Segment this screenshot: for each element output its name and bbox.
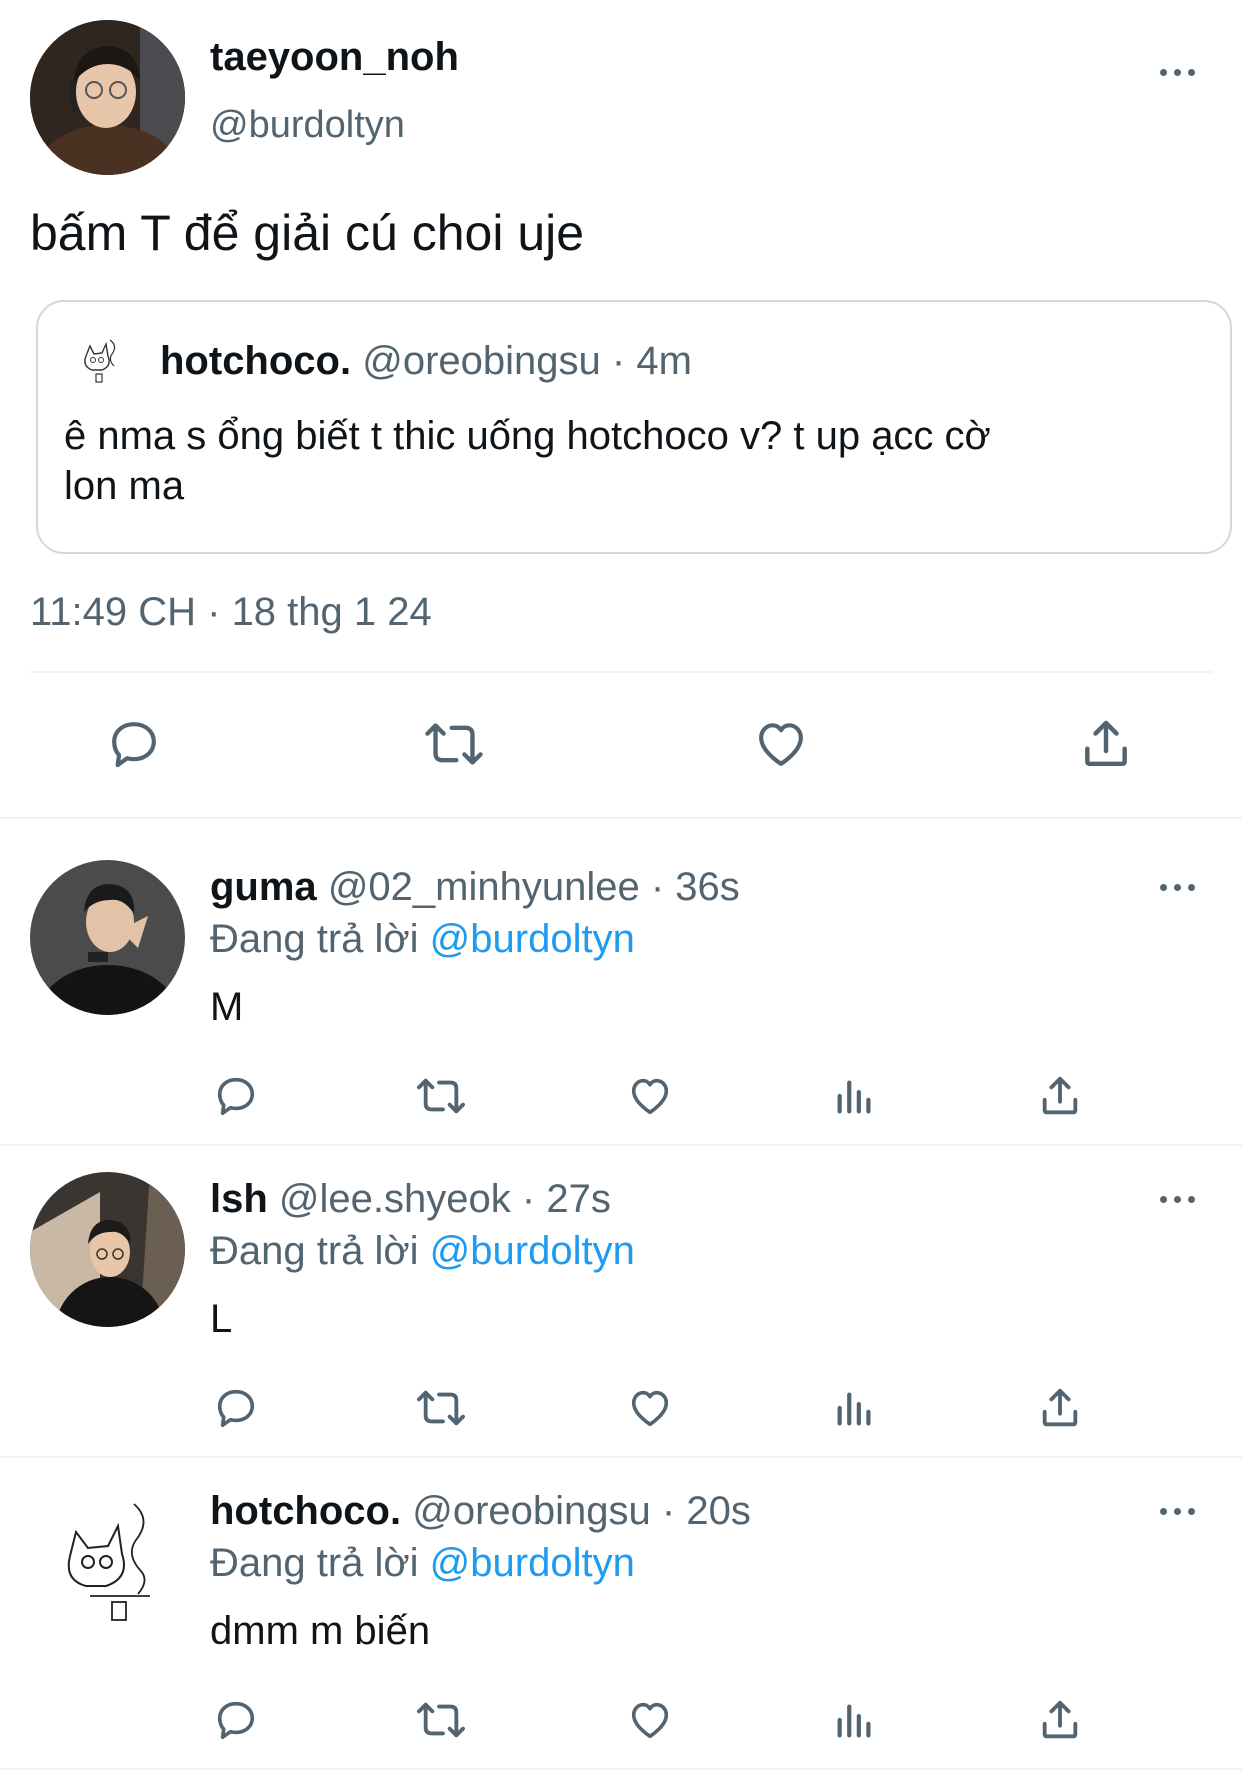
reply-icon[interactable] xyxy=(213,1697,259,1743)
divider xyxy=(0,1144,1242,1146)
quoted-display-name[interactable]: hotchoco. xyxy=(160,339,351,383)
display-name[interactable]: hotchoco. xyxy=(210,1489,401,1533)
replying-prefix: Đang trả lời xyxy=(210,1229,419,1273)
more-options-icon[interactable] xyxy=(1160,1504,1200,1518)
handle[interactable]: @oreobingsu xyxy=(412,1489,651,1533)
more-options-icon[interactable] xyxy=(1160,65,1200,79)
divider xyxy=(0,1768,1242,1770)
views-icon[interactable] xyxy=(832,1697,878,1743)
views-icon[interactable] xyxy=(832,1073,878,1119)
display-name[interactable]: lsh xyxy=(210,1177,268,1221)
quoted-time: · 4m xyxy=(611,339,692,383)
time: · 27s xyxy=(521,1177,611,1221)
divider xyxy=(0,817,1242,819)
retweet-icon[interactable] xyxy=(415,1385,467,1431)
like-icon[interactable] xyxy=(626,1697,674,1743)
views-icon[interactable] xyxy=(832,1385,878,1431)
retweet-icon[interactable] xyxy=(415,1073,467,1119)
more-options-icon[interactable] xyxy=(1160,1192,1200,1206)
more-options-icon[interactable] xyxy=(1160,880,1200,894)
avatar xyxy=(72,332,128,388)
replying-to: Đang trả lời @burdoltyn xyxy=(210,1539,635,1587)
divider xyxy=(30,671,1212,673)
quoted-header: hotchoco. @oreobingsu · 4m xyxy=(160,338,692,384)
reply-icon[interactable] xyxy=(213,1385,259,1431)
retweet-icon[interactable] xyxy=(424,716,484,772)
reply-header: lsh @lee.shyeok · 27s xyxy=(210,1175,611,1223)
like-icon[interactable] xyxy=(626,1073,674,1119)
divider xyxy=(0,1456,1242,1458)
avatar[interactable] xyxy=(30,1484,185,1639)
share-icon[interactable] xyxy=(1037,1697,1083,1743)
replying-prefix: Đang trả lời xyxy=(210,1541,419,1585)
display-name[interactable]: guma xyxy=(210,865,317,909)
avatar[interactable] xyxy=(30,20,185,175)
reply-text: L xyxy=(210,1297,233,1341)
reply-header: guma @02_minhyunlee · 36s xyxy=(210,863,740,911)
replying-prefix: Đang trả lời xyxy=(210,917,419,961)
handle[interactable]: @lee.shyeok xyxy=(279,1177,511,1221)
avatar[interactable] xyxy=(30,1172,185,1327)
like-icon[interactable] xyxy=(626,1385,674,1431)
replying-to-link[interactable]: @burdoltyn xyxy=(430,917,635,961)
reply-icon[interactable] xyxy=(106,716,162,772)
replying-to: Đang trả lời @burdoltyn xyxy=(210,915,635,963)
reply-header: hotchoco. @oreobingsu · 20s xyxy=(210,1487,751,1535)
like-icon[interactable] xyxy=(752,716,810,772)
reply-text: dmm m biến xyxy=(210,1609,431,1653)
quoted-handle[interactable]: @oreobingsu xyxy=(362,339,601,383)
avatar[interactable] xyxy=(30,860,185,1015)
quoted-text-line1: ê nma s ổng biết t thic uống hotchoco v?… xyxy=(64,414,991,458)
reply-text: M xyxy=(210,985,244,1029)
share-icon[interactable] xyxy=(1037,1385,1083,1431)
time: · 36s xyxy=(650,865,740,909)
replying-to-link[interactable]: @burdoltyn xyxy=(430,1541,635,1585)
replying-to: Đang trả lời @burdoltyn xyxy=(210,1227,635,1275)
retweet-icon[interactable] xyxy=(415,1697,467,1743)
replying-to-link[interactable]: @burdoltyn xyxy=(430,1229,635,1273)
timestamp[interactable]: 11:49 CH · 18 thg 1 24 xyxy=(30,588,432,636)
handle[interactable]: @burdoltyn xyxy=(210,103,405,147)
reply-icon[interactable] xyxy=(213,1073,259,1119)
display-name[interactable]: taeyoon_noh xyxy=(210,34,459,80)
handle[interactable]: @02_minhyunlee xyxy=(328,865,640,909)
share-icon[interactable] xyxy=(1078,716,1134,772)
tweet-text: bấm T để giải cú choi uje xyxy=(30,205,585,261)
share-icon[interactable] xyxy=(1037,1073,1083,1119)
quoted-text-line2: lon ma xyxy=(64,464,185,508)
time: · 20s xyxy=(661,1489,751,1533)
